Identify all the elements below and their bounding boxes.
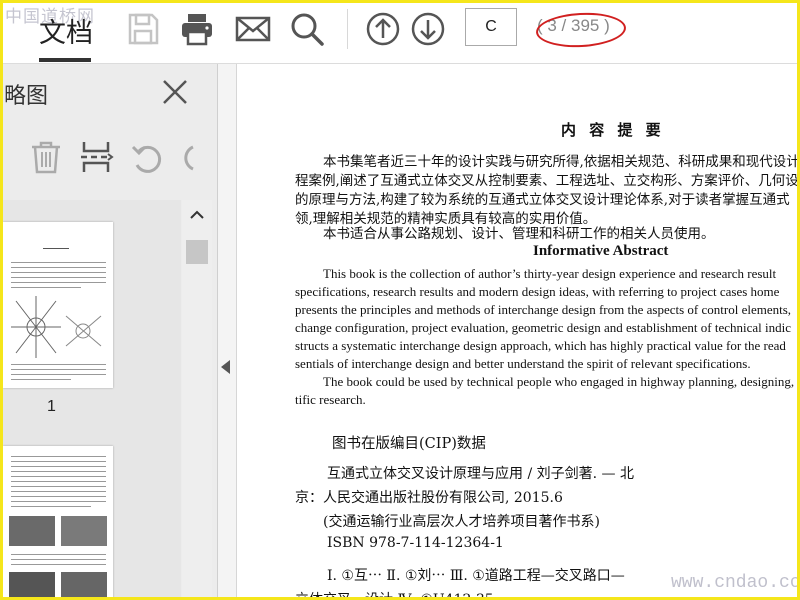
- redo-icon: [184, 145, 194, 171]
- mail-icon: [235, 16, 271, 42]
- summary-en-line: structs a systematic interchange design …: [295, 338, 786, 353]
- summary-en-line: This book is the collection of author’s …: [323, 266, 777, 281]
- thumbnail-1-label: 1: [47, 398, 56, 415]
- document-page: 内 容 提 要 本书集笔者近三十年的设计实践与研究所得,依据相关规范、科研成果和…: [237, 64, 797, 597]
- save-icon: [128, 13, 159, 45]
- next-page-button[interactable]: [410, 11, 446, 47]
- previous-page-button[interactable]: [365, 11, 401, 47]
- summary-heading-cn: 内 容 提 要: [561, 121, 665, 139]
- extract-page-button[interactable]: [78, 139, 114, 175]
- cip-line: ISBN 978-7-114-12364-1: [327, 535, 504, 551]
- print-button[interactable]: [179, 11, 215, 47]
- cip-line: Ⅰ. ①互⋯ Ⅱ. ①刘⋯ Ⅲ. ①道路工程—交叉路口—: [327, 568, 625, 584]
- arrow-up-icon: [366, 12, 400, 46]
- search-icon: [291, 13, 324, 46]
- summary-en-line: sentials of interchange design and bette…: [295, 356, 751, 371]
- summary-cn-line: 的原理与方法,构建了较为系统的互通式立体交叉设计理论体系,对于读者掌握互通式: [295, 192, 790, 208]
- cip-line: 京：人民交通出版社股份有限公司, 2015.6: [295, 490, 563, 506]
- page-number-input[interactable]: C: [465, 8, 517, 46]
- sidebar-collapse-strip[interactable]: [218, 64, 237, 597]
- extract-icon: [81, 142, 114, 172]
- sidebar-title: 缩略图: [3, 84, 49, 109]
- summary-en-line: specifications, research results and mod…: [295, 284, 780, 299]
- page-thumbnail-2[interactable]: [3, 446, 113, 597]
- thumbnail-list[interactable]: 1: [3, 200, 181, 597]
- trash-icon: [32, 141, 60, 174]
- close-icon: [163, 80, 187, 104]
- toolbar: 中国道桥网 文档 C (3 / 395): [3, 3, 797, 64]
- sidebar-toolbar: [3, 119, 217, 199]
- chevron-up-icon[interactable]: [188, 206, 206, 224]
- collapse-left-icon[interactable]: [221, 360, 230, 374]
- print-icon: [182, 14, 212, 46]
- thumbnail-diagram: [11, 296, 102, 358]
- summary-cn-line: 程案例,阐述了互通式立体交叉从控制要素、工程选址、立交构形、方案评价、几何设计到: [295, 173, 797, 189]
- thumbnail-sidebar: 缩略图: [3, 64, 218, 597]
- email-button[interactable]: [235, 11, 271, 47]
- rotate-left-button[interactable]: [129, 139, 165, 175]
- summary-heading-en: Informative Abstract: [533, 243, 669, 259]
- watermark-url: www.cndao.com: [671, 573, 800, 593]
- sidebar-close-button[interactable]: [161, 78, 189, 106]
- search-button[interactable]: [289, 11, 325, 47]
- save-button[interactable]: [125, 11, 161, 47]
- toolbar-divider: [347, 9, 348, 49]
- summary-en-line: presents the principles and methods of i…: [295, 302, 792, 317]
- app-window: 中国道桥网 文档 C (3 / 395) 略图 1 内 容 提 要 本书集笔…: [0, 0, 800, 600]
- summary-cn-line: 本书适合从事公路规划、设计、管理和科研工作的相关人员使用。: [323, 226, 715, 242]
- page-thumbnail-1[interactable]: [3, 222, 113, 388]
- summary-en-line: change configuration, project evaluation…: [295, 320, 791, 335]
- summary-cn-line: 本书集笔者近三十年的设计实践与研究所得,依据相关规范、科研成果和现代设计: [323, 154, 797, 170]
- cip-heading: 图书在版编目(CIP)数据: [332, 436, 486, 452]
- tab-active-indicator: [39, 58, 91, 62]
- tab-document[interactable]: 文档: [39, 11, 93, 50]
- cip-line: (交通运输行业高层次人才培养项目著作书系): [323, 514, 600, 530]
- delete-page-button[interactable]: [28, 139, 64, 175]
- cip-line: 立体交叉—设计 Ⅳ. ①U412.35: [295, 589, 494, 597]
- undo-icon: [131, 145, 162, 173]
- arrow-down-icon: [411, 12, 445, 46]
- thumbnail-scrollbar[interactable]: [182, 200, 212, 597]
- summary-en-line: tific research.: [295, 392, 366, 407]
- rotate-right-button[interactable]: [179, 139, 215, 175]
- summary-en-line: The book could be used by technical peop…: [323, 374, 795, 389]
- cip-line: 互通式立体交叉设计原理与应用 / 刘子剑著. — 北: [327, 466, 634, 482]
- scrollbar-thumb[interactable]: [186, 240, 208, 264]
